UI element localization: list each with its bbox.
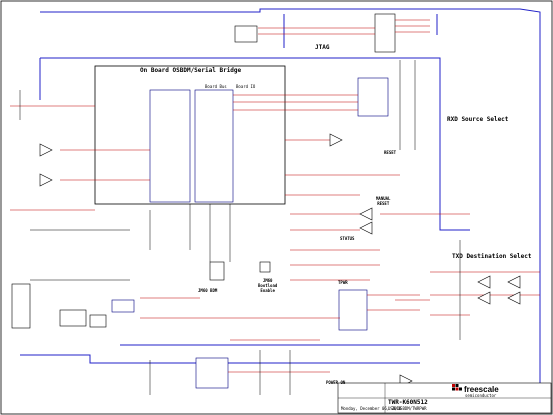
date-label: Monday, December 06, 2010 [341, 406, 402, 411]
freescale-logo-icon [452, 384, 462, 391]
schematic-sheet [0, 0, 553, 415]
crystal [59, 309, 87, 327]
rxd-title: RXD Source Select [447, 116, 509, 123]
freescale-tagline: semiconductor [465, 393, 497, 398]
bdm-connector [209, 261, 225, 281]
txd-title: TXD Destination Select [452, 253, 532, 260]
jtag-title: JTAG [315, 44, 330, 51]
buffer-gates [39, 133, 521, 388]
manual-reset-title: MANUAL RESET [376, 196, 391, 206]
small-chip [111, 299, 135, 313]
rxd-mux-chip [357, 77, 389, 117]
tpwr-chip [338, 289, 368, 331]
status-label: STATUS [340, 236, 355, 241]
power-on-label: POWER ON [326, 380, 346, 385]
tpwr-label: TPWR [338, 280, 348, 285]
power-buses [20, 8, 541, 412]
osbdm-title: On Board OSBDM/Serial Bridge [140, 67, 242, 74]
board-io-label: Board IO [236, 84, 256, 89]
switch [89, 314, 107, 328]
board-bus-label: Board Bus [205, 84, 227, 89]
bootload-jumper [259, 261, 271, 273]
sheet-border [0, 0, 553, 415]
jtag-connector [374, 13, 396, 53]
bootload-title: JM60 Bootload Enable [258, 278, 278, 293]
usb-mini-connector [11, 283, 31, 329]
project-name: TWR-K60N512 [388, 399, 428, 406]
bdm-title: JM60 BDM [198, 288, 218, 293]
mcu-left-chip [149, 89, 191, 203]
mcu-chip [194, 89, 234, 203]
usb-connector [234, 25, 258, 43]
reset-button-label: RESET [384, 150, 397, 155]
signal-wires [10, 19, 540, 373]
regulator-chip [195, 357, 229, 389]
